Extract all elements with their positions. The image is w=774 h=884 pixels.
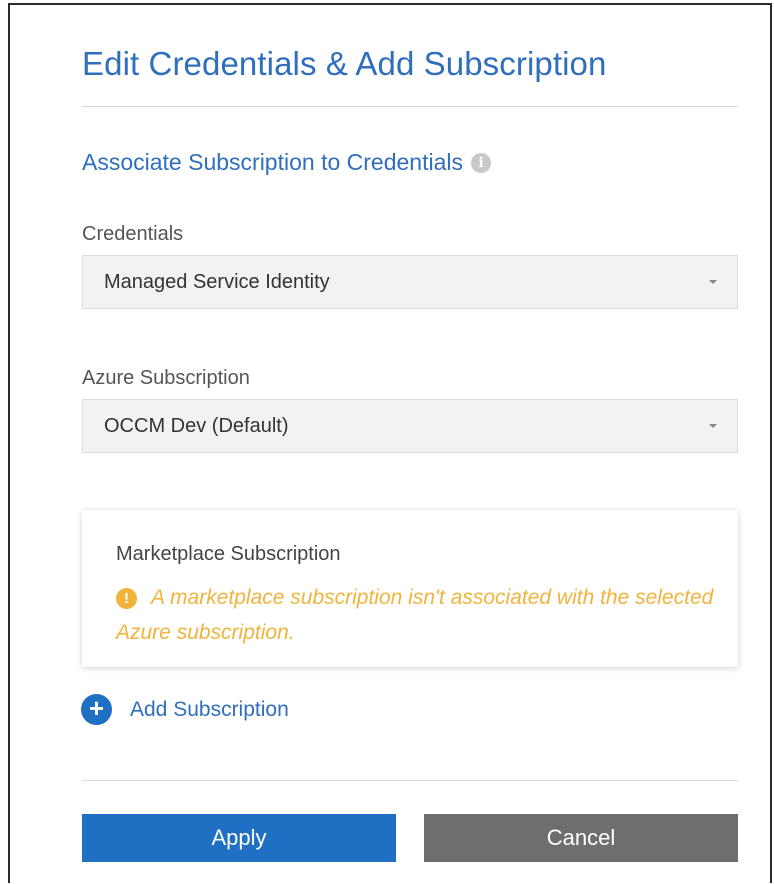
marketplace-warning: ! A marketplace subscription isn't associ… bbox=[116, 580, 716, 650]
section-heading-text: Associate Subscription to Credentials bbox=[82, 149, 463, 175]
add-subscription-link[interactable]: + Add Subscription bbox=[81, 694, 289, 725]
edit-credentials-dialog: Edit Credentials & Add Subscription Asso… bbox=[8, 3, 772, 883]
credentials-label: Credentials bbox=[82, 223, 184, 245]
azure-subscription-select-value: OCCM Dev (Default) bbox=[104, 415, 289, 437]
section-heading: Associate Subscription to Credentials i bbox=[82, 149, 491, 176]
dialog-title: Edit Credentials & Add Subscription bbox=[82, 45, 607, 82]
apply-button[interactable]: Apply bbox=[82, 814, 396, 862]
plus-circle-icon[interactable]: + bbox=[81, 694, 112, 725]
info-icon[interactable]: i bbox=[470, 152, 491, 173]
title-divider bbox=[82, 106, 738, 107]
azure-subscription-label: Azure Subscription bbox=[82, 367, 250, 389]
add-subscription-label[interactable]: Add Subscription bbox=[130, 698, 289, 722]
marketplace-subscription-card: Marketplace Subscription ! A marketplace … bbox=[82, 510, 738, 667]
chevron-down-icon bbox=[709, 280, 717, 284]
credentials-select-value: Managed Service Identity bbox=[104, 271, 330, 293]
credentials-select[interactable]: Managed Service Identity bbox=[82, 255, 738, 309]
marketplace-warning-text: A marketplace subscription isn't associa… bbox=[116, 586, 714, 644]
azure-subscription-select[interactable]: OCCM Dev (Default) bbox=[82, 399, 738, 453]
chevron-down-icon bbox=[709, 424, 717, 428]
footer-divider bbox=[82, 780, 738, 781]
marketplace-subscription-title: Marketplace Subscription bbox=[116, 543, 341, 565]
cancel-button[interactable]: Cancel bbox=[424, 814, 738, 862]
warning-icon: ! bbox=[116, 588, 137, 609]
